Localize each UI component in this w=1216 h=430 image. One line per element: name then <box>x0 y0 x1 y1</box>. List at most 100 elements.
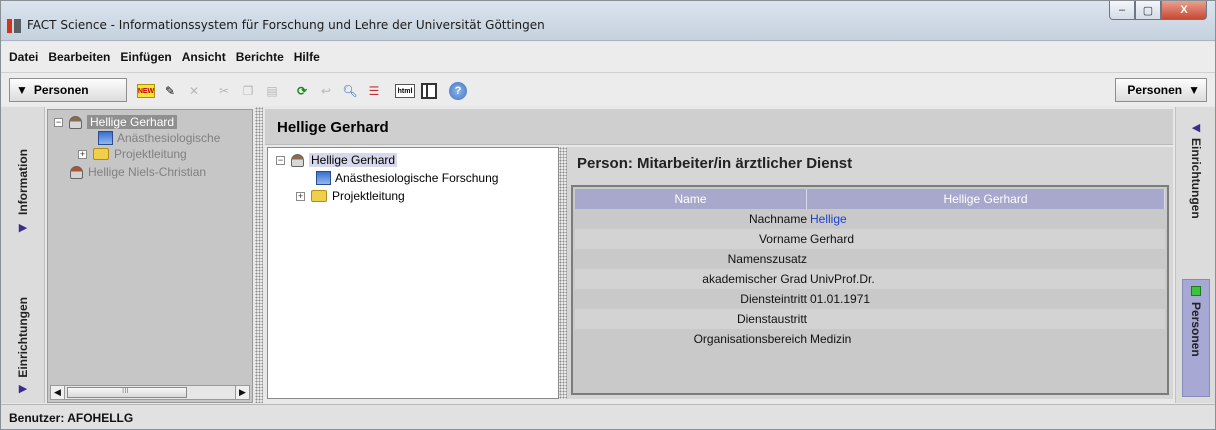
column-header-value[interactable]: Hellige Gerhard <box>807 189 1165 209</box>
table-row[interactable]: Organisationsbereich Medizin <box>575 329 1165 349</box>
scroll-grip: III <box>122 386 129 395</box>
menu-ansicht[interactable]: Ansicht <box>182 50 226 64</box>
row-value: 01.01.1971 <box>810 292 871 306</box>
row-value: UnivProf.Dr. <box>810 272 875 286</box>
column-header-name[interactable]: Name <box>575 189 807 209</box>
menu-datei[interactable]: Datei <box>9 50 38 64</box>
folder-icon <box>93 148 109 160</box>
tree-node-projektleitung[interactable]: + Projektleitung <box>296 188 405 204</box>
row-key: akademischer Grad <box>702 272 807 286</box>
row-value <box>807 249 1165 269</box>
institution-icon <box>316 171 331 185</box>
minimize-button[interactable]: – <box>1109 1 1135 20</box>
tree-node-label: Hellige Gerhard <box>87 115 178 129</box>
tab-information-label: Information <box>16 149 30 215</box>
tab-personen-right[interactable]: Personen <box>1182 279 1210 397</box>
page-title: Hellige Gerhard <box>277 119 389 136</box>
paste-icon[interactable]: ▤ <box>263 82 281 100</box>
content-header: Hellige Gerhard <box>265 109 1173 145</box>
menu-bearbeiten[interactable]: Bearbeiten <box>48 50 110 64</box>
status-bar: Benutzer: AFOHELLG <box>1 404 1215 429</box>
edit-icon[interactable]: ✎ <box>161 82 179 100</box>
splitter-center[interactable] <box>559 147 567 399</box>
tree-node-label: Hellige Gerhard <box>309 153 398 167</box>
window-controls: – ▢ X <box>1109 1 1207 21</box>
person-icon <box>291 153 304 167</box>
expand-icon[interactable]: + <box>296 191 305 201</box>
close-button[interactable]: X <box>1161 1 1207 20</box>
collapse-arrow-icon: ◀ <box>1191 122 1201 134</box>
tab-einrichtungen-left[interactable]: Einrichtungen ▶ <box>1 297 45 395</box>
scroll-thumb[interactable]: III <box>67 386 187 398</box>
table-row[interactable]: Dienstaustritt <box>575 309 1165 329</box>
horizontal-scrollbar[interactable]: ◀ III ▶ <box>50 385 250 400</box>
toolbar: ▼ Personen NEW ✎ ✕ ✂ ❐ ▤ ⟳ ↩ 🔍︎ ☰ html ?… <box>1 72 1215 106</box>
dropdown-arrow-icon: ▼ <box>1188 83 1200 97</box>
collapse-icon[interactable]: − <box>54 117 63 127</box>
help-icon[interactable]: ? <box>449 82 467 100</box>
tree-node-anaesthesiologische[interactable]: Anästhesiologische <box>98 130 220 146</box>
menu-einfuegen[interactable]: Einfügen <box>120 50 171 64</box>
table-row[interactable]: Namenszusatz <box>575 249 1165 269</box>
personen-selector-left[interactable]: ▼ Personen <box>9 78 127 102</box>
tree-node-label: Projektleitung <box>332 189 405 203</box>
tab-personen-right-label: Personen <box>1189 302 1203 357</box>
layout-icon[interactable] <box>421 83 437 99</box>
menu-hilfe[interactable]: Hilfe <box>294 50 320 64</box>
row-value <box>807 309 1165 329</box>
row-key: Vorname <box>758 232 807 246</box>
window-title: FACT Science - Informationssystem für Fo… <box>27 18 545 32</box>
status-user: Benutzer: AFOHELLG <box>9 411 134 425</box>
person-icon <box>70 165 83 179</box>
tab-einrichtungen-label: Einrichtungen <box>16 297 30 378</box>
tree-node-hellige-gerhard[interactable]: − Hellige Gerhard <box>54 114 178 130</box>
tree-node-label: Projektleitung <box>114 147 187 161</box>
scroll-right-icon[interactable]: ▶ <box>235 386 249 399</box>
tab-einrichtungen-right[interactable]: ◀ Einrichtungen <box>1176 121 1216 219</box>
tree-node-projektleitung[interactable]: + Projektleitung <box>78 146 187 162</box>
table-row[interactable]: akademischer Grad UnivProf.Dr. <box>575 269 1165 289</box>
html-export-icon[interactable]: html <box>395 84 415 98</box>
new-icon[interactable]: NEW <box>137 84 155 98</box>
right-side-tabs: ◀ Einrichtungen Personen <box>1175 107 1215 403</box>
tree-node-anaesthesiologische-forschung[interactable]: Anästhesiologische Forschung <box>316 170 498 186</box>
table-row[interactable]: Nachname Hellige <box>575 209 1165 229</box>
personen-selector-right[interactable]: Personen ▼ <box>1115 78 1207 102</box>
delete-icon[interactable]: ✕ <box>185 82 203 100</box>
row-key: Organisationsbereich <box>693 332 807 346</box>
tab-information[interactable]: Information ▶ <box>1 149 45 234</box>
active-indicator-icon <box>1191 286 1201 296</box>
tree-node-hellige-niels-christian[interactable]: Hellige Niels-Christian <box>70 164 206 180</box>
row-key: Nachname <box>748 212 807 226</box>
title-bar: FACT Science - Informationssystem für Fo… <box>1 1 1215 41</box>
search-icon[interactable]: 🔍︎ <box>341 82 359 100</box>
scroll-left-icon[interactable]: ◀ <box>51 386 65 399</box>
filter-icon[interactable]: ☰ <box>365 82 383 100</box>
back-icon[interactable]: ↩ <box>317 82 335 100</box>
collapse-icon[interactable]: − <box>276 155 285 165</box>
cut-icon[interactable]: ✂ <box>215 82 233 100</box>
splitter-left[interactable] <box>255 107 263 403</box>
row-value-link[interactable]: Hellige <box>807 209 1165 229</box>
menu-berichte[interactable]: Berichte <box>236 50 284 64</box>
institution-icon <box>98 131 113 145</box>
expand-icon[interactable]: + <box>78 149 87 159</box>
tree-node-label: Anästhesiologische Forschung <box>335 171 499 185</box>
tree-node-hellige-gerhard[interactable]: − Hellige Gerhard <box>276 152 398 168</box>
copy-icon[interactable]: ❐ <box>239 82 257 100</box>
table-row[interactable]: Diensteintritt 01.01.1971 <box>575 289 1165 309</box>
personen-selector-right-label: Personen <box>1127 83 1183 97</box>
app-logo-icon <box>7 19 21 33</box>
left-side-tabs: Information ▶ Einrichtungen ▶ <box>1 107 45 403</box>
refresh-icon[interactable]: ⟳ <box>293 82 311 100</box>
row-key: Diensteintritt <box>740 292 807 306</box>
table-row[interactable]: Vorname Gerhard <box>575 229 1165 249</box>
person-icon <box>69 115 82 129</box>
navigation-tree-panel: − Hellige Gerhard Anästhesiologische + P… <box>47 109 253 403</box>
tree-node-label: Hellige Niels-Christian <box>88 165 207 179</box>
row-key: Namenszusatz <box>727 252 807 266</box>
tab-einrichtungen-right-label: Einrichtungen <box>1189 138 1203 219</box>
personen-selector-label: Personen <box>33 83 89 97</box>
tree-node-label: Anästhesiologische <box>117 131 221 145</box>
maximize-button[interactable]: ▢ <box>1135 1 1161 20</box>
